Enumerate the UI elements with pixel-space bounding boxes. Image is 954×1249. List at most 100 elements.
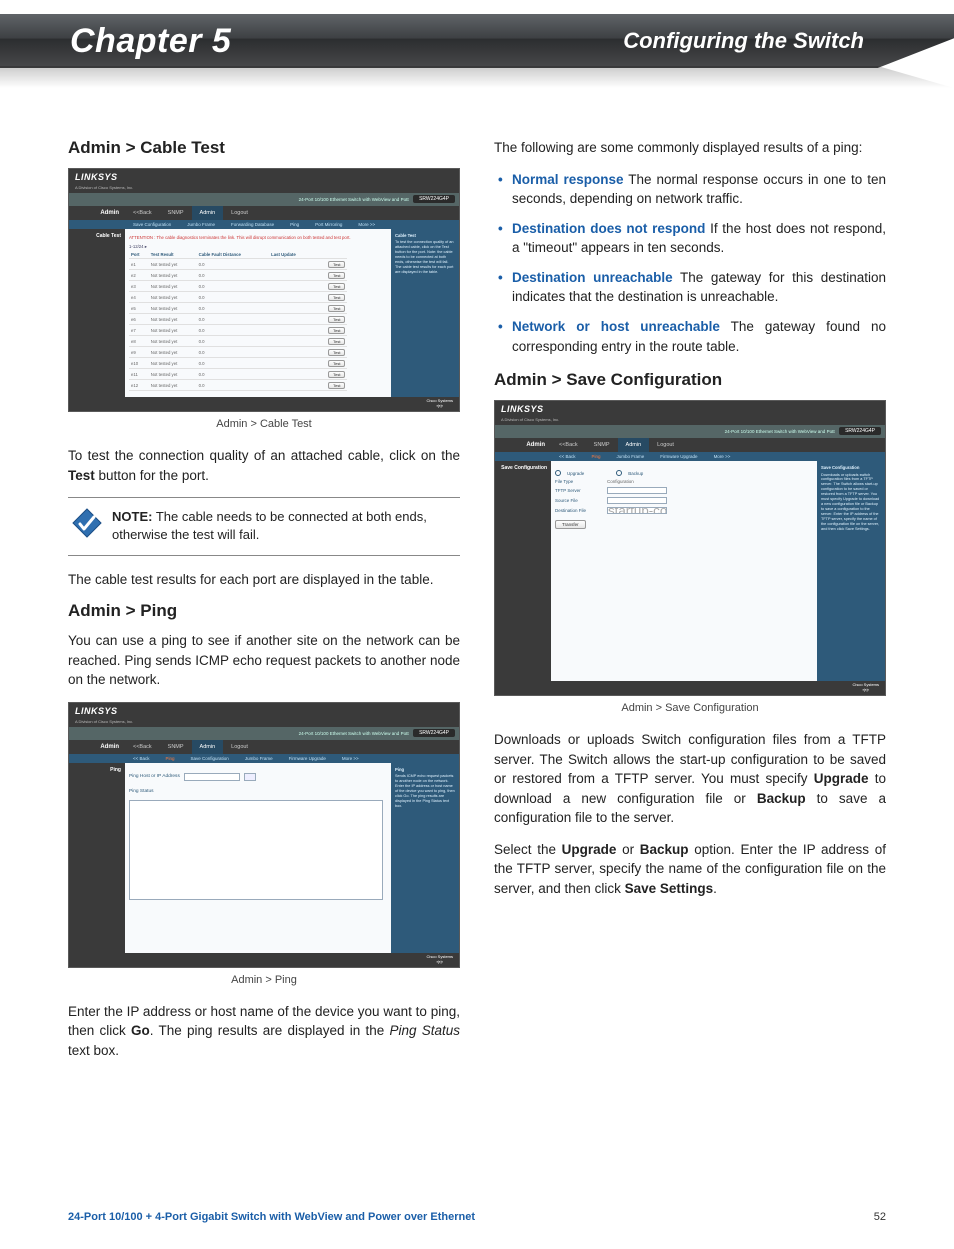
ports-table: Port Test Result Cable Fault Distance La… (129, 250, 347, 391)
side-rail-label: Save Configuration (495, 461, 551, 681)
radio-backup[interactable] (616, 470, 622, 476)
ping-go-button[interactable] (244, 773, 256, 781)
radio-upgrade[interactable] (555, 470, 561, 476)
source-file-input[interactable] (607, 497, 667, 504)
help-text: To test the connection quality of an att… (395, 240, 453, 274)
brand-subtitle: A Division of Cisco Systems, Inc. (495, 417, 885, 425)
subnav-item[interactable]: << Back (551, 452, 584, 461)
nav-logout[interactable]: Logout (223, 206, 256, 220)
nav-back[interactable]: <<Back (125, 740, 160, 754)
subnav-item[interactable]: Jumbo Frame (609, 452, 653, 461)
nav-snmp[interactable]: SNMP (586, 438, 618, 452)
help-text: Downloads or uploads switch configuratio… (821, 473, 879, 531)
device-desc: 24-Port 10/100 Ethernet Switch with WebV… (495, 425, 885, 438)
nav-section-label: Admin (69, 206, 125, 220)
brand-logo: LINKSYS (75, 706, 118, 716)
help-text: Sends ICMP echo request packets to anoth… (395, 774, 455, 808)
ping-status-pane (129, 800, 383, 900)
nav-snmp[interactable]: SNMP (160, 740, 192, 754)
brand-subtitle: A Division of Cisco Systems, Inc. (69, 719, 459, 727)
subnav-item[interactable]: Jumbo Frame (237, 754, 281, 763)
subnav-item[interactable]: More >> (706, 452, 739, 461)
table-row: e10Not tested yet0.0Test (129, 358, 347, 369)
subnav-item[interactable]: Jumbo Frame (179, 220, 223, 229)
subnav-item[interactable]: Forwarding Database (223, 220, 282, 229)
para-cable-1: To test the connection quality of an att… (68, 446, 460, 485)
para-ping-2: Enter the IP address or host name of the… (68, 1002, 460, 1061)
nav-snmp[interactable]: SNMP (160, 206, 192, 220)
chapter-label: Chapter 5 (70, 22, 231, 61)
test-button[interactable]: Test (328, 283, 345, 290)
subnav-item[interactable]: Port Mirroring (307, 220, 350, 229)
list-item: Network or host unreachable The gateway … (512, 317, 886, 356)
para-save-1: Downloads or uploads Switch configuratio… (494, 730, 886, 828)
ping-ip-label: Ping Host or IP Address (129, 774, 180, 779)
caption-cable-test: Admin > Cable Test (68, 418, 460, 430)
test-button[interactable]: Test (328, 294, 345, 301)
subnav-item[interactable]: Ping (584, 452, 609, 461)
chapter-banner: Chapter 5 Configuring the Switch (0, 14, 954, 88)
test-button[interactable]: Test (328, 360, 345, 367)
test-button[interactable]: Test (328, 371, 345, 378)
brand-logo: LINKSYS (75, 172, 118, 182)
caption-ping: Admin > Ping (68, 974, 460, 986)
para-save-2: Select the Upgrade or Backup option. Ent… (494, 840, 886, 899)
table-row: e5Not tested yet0.0Test (129, 303, 347, 314)
pager[interactable]: 1-12/24 ▸ (129, 244, 147, 249)
model-badge: SRW224G4P (413, 729, 455, 737)
nav-admin[interactable]: Admin (192, 206, 224, 220)
col-result: Test Result (149, 250, 197, 259)
test-button[interactable]: Test (328, 316, 345, 323)
nav-admin[interactable]: Admin (192, 740, 224, 754)
nav-section-label: Admin (495, 438, 551, 452)
test-button[interactable]: Test (328, 305, 345, 312)
dest-file-input[interactable] (607, 507, 667, 514)
screenshot-cable-test: LINKSYS A Division of Cisco Systems, Inc… (68, 168, 460, 412)
screenshot-save-config: LINKSYS A Division of Cisco Systems, Inc… (494, 400, 886, 696)
right-column: The following are some commonly displaye… (494, 138, 886, 1072)
tftp-server-input[interactable] (607, 487, 667, 494)
col-update: Last Update (269, 250, 314, 259)
subnav-item[interactable]: << Back (125, 754, 158, 763)
device-desc: 24-Port 10/100 Ethernet Switch with WebV… (69, 727, 459, 740)
test-button[interactable]: Test (328, 338, 345, 345)
subnav-item[interactable]: Ping (158, 754, 183, 763)
para-ping-1: You can use a ping to see if another sit… (68, 631, 460, 690)
model-badge: SRW224G4P (413, 195, 455, 203)
nav-logout[interactable]: Logout (649, 438, 682, 452)
nav-back[interactable]: <<Back (125, 206, 160, 220)
list-item: Destination does not respond If the host… (512, 219, 886, 258)
cisco-logo: Cisco Systems▪|▪|▪ (427, 398, 453, 408)
subnav-item[interactable]: More >> (334, 754, 367, 763)
transfer-button[interactable]: Transfer (555, 520, 586, 529)
table-row: e2Not tested yet0.0Test (129, 270, 347, 281)
ping-ip-input[interactable] (184, 773, 240, 781)
chapter-title: Configuring the Switch (623, 28, 864, 54)
test-button[interactable]: Test (328, 349, 345, 356)
nav-logout[interactable]: Logout (223, 740, 256, 754)
test-button[interactable]: Test (328, 261, 345, 268)
screenshot-ping: LINKSYS A Division of Cisco Systems, Inc… (68, 702, 460, 968)
test-button[interactable]: Test (328, 382, 345, 389)
subnav-item[interactable]: Save Configuration (125, 220, 179, 229)
nav-admin[interactable]: Admin (618, 438, 650, 452)
nav-back[interactable]: <<Back (551, 438, 586, 452)
help-title: Cable Test (395, 233, 455, 238)
side-rail-label: Ping (69, 763, 125, 953)
nav-section-label: Admin (69, 740, 125, 754)
footer-product: 24-Port 10/100 + 4-Port Gigabit Switch w… (68, 1211, 475, 1223)
subnav-item[interactable]: Firmware Upgrade (652, 452, 705, 461)
subnav-item[interactable]: Firmware Upgrade (281, 754, 334, 763)
table-row: e1Not tested yet0.0Test (129, 259, 347, 270)
test-button[interactable]: Test (328, 272, 345, 279)
para-cable-2: The cable test results for each port are… (68, 570, 460, 590)
subnav-item[interactable]: Ping (282, 220, 307, 229)
model-badge: SRW224G4P (839, 427, 881, 435)
page-footer: 24-Port 10/100 + 4-Port Gigabit Switch w… (68, 1211, 886, 1223)
test-button[interactable]: Test (328, 327, 345, 334)
warning-text: ATTENTION : The cable diagnostics termin… (129, 235, 383, 240)
subnav-item[interactable]: More >> (350, 220, 383, 229)
note-icon (72, 508, 102, 538)
subnav-item[interactable]: Save Configuration (183, 754, 237, 763)
table-row: e9Not tested yet0.0Test (129, 347, 347, 358)
